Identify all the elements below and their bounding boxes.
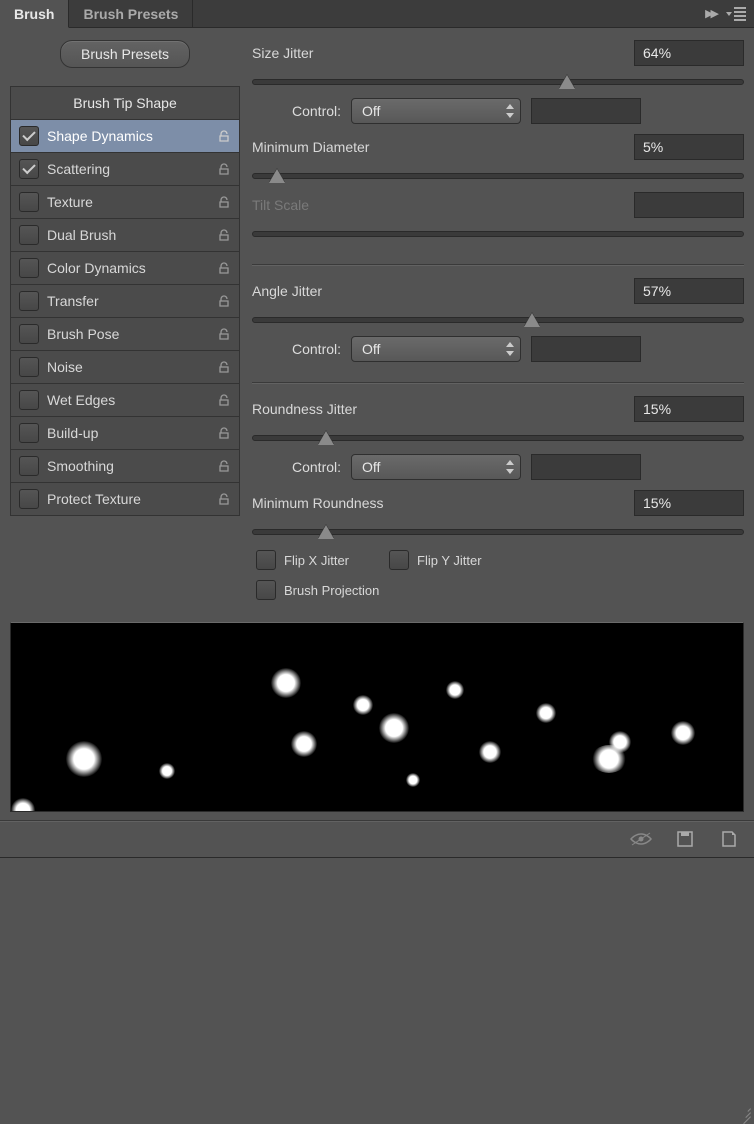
option-shape-dynamics[interactable]: Shape Dynamics: [11, 120, 239, 153]
angle-jitter-slider[interactable]: [252, 310, 744, 330]
panel-footer: [0, 820, 754, 858]
option-label: Build-up: [47, 425, 209, 441]
size-jitter-value[interactable]: 64%: [634, 40, 744, 66]
option-texture[interactable]: Texture: [11, 186, 239, 219]
lock-icon[interactable]: [217, 459, 231, 473]
angle-jitter-label: Angle Jitter: [252, 283, 624, 299]
option-protect-texture[interactable]: Protect Texture: [11, 483, 239, 515]
roundness-jitter-slider[interactable]: [252, 428, 744, 448]
tilt-scale-label: Tilt Scale: [252, 197, 624, 213]
tilt-scale-slider: [252, 224, 744, 244]
checkbox-scattering[interactable]: [19, 159, 39, 179]
checkbox-flip-x[interactable]: [256, 550, 276, 570]
option-label: Noise: [47, 359, 209, 375]
min-diameter-value[interactable]: 5%: [634, 134, 744, 160]
panel-menu-icon[interactable]: [726, 7, 746, 21]
option-color-dynamics[interactable]: Color Dynamics: [11, 252, 239, 285]
angle-jitter-value[interactable]: 57%: [634, 278, 744, 304]
expand-icon[interactable]: ▶▶: [705, 7, 716, 20]
checkbox-brush-projection[interactable]: [256, 580, 276, 600]
option-transfer[interactable]: Transfer: [11, 285, 239, 318]
roundness-jitter-control-value[interactable]: [531, 454, 641, 480]
brush-tip-shape-header[interactable]: Brush Tip Shape: [11, 87, 239, 120]
checkbox-dual-brush[interactable]: [19, 225, 39, 245]
option-label: Color Dynamics: [47, 260, 209, 276]
min-roundness-slider[interactable]: [252, 522, 744, 542]
size-jitter-control-value[interactable]: [531, 98, 641, 124]
lock-icon[interactable]: [217, 162, 231, 176]
angle-jitter-control-value[interactable]: [531, 336, 641, 362]
checkbox-color-dynamics[interactable]: [19, 258, 39, 278]
checkbox-shape-dynamics[interactable]: [19, 126, 39, 146]
lock-icon[interactable]: [217, 195, 231, 209]
new-preset-icon[interactable]: [674, 828, 696, 850]
option-build-up[interactable]: Build-up: [11, 417, 239, 450]
brush-presets-button[interactable]: Brush Presets: [60, 40, 190, 68]
roundness-jitter-control-select[interactable]: Off: [351, 454, 521, 480]
size-jitter-slider[interactable]: [252, 72, 744, 92]
option-noise[interactable]: Noise: [11, 351, 239, 384]
checkbox-brush-pose[interactable]: [19, 324, 39, 344]
lock-icon[interactable]: [217, 327, 231, 341]
resize-grip-icon[interactable]: [738, 1104, 752, 1118]
option-label: Wet Edges: [47, 392, 209, 408]
min-roundness-label: Minimum Roundness: [252, 495, 624, 511]
lock-icon[interactable]: [217, 228, 231, 242]
angle-jitter-control-select[interactable]: Off: [351, 336, 521, 362]
tab-bar: Brush Brush Presets ▶▶: [0, 0, 754, 28]
option-label: Shape Dynamics: [47, 128, 209, 144]
checkbox-noise[interactable]: [19, 357, 39, 377]
option-label: Scattering: [47, 161, 209, 177]
size-jitter-control-select[interactable]: Off: [351, 98, 521, 124]
lock-icon[interactable]: [217, 393, 231, 407]
lock-icon[interactable]: [217, 261, 231, 275]
control-label: Control:: [292, 459, 341, 475]
checkbox-smoothing[interactable]: [19, 456, 39, 476]
checkbox-protect-texture[interactable]: [19, 489, 39, 509]
roundness-jitter-value[interactable]: 15%: [634, 396, 744, 422]
option-label: Brush Pose: [47, 326, 209, 342]
option-smoothing[interactable]: Smoothing: [11, 450, 239, 483]
tilt-scale-value: [634, 192, 744, 218]
min-diameter-slider[interactable]: [252, 166, 744, 186]
checkbox-flip-y[interactable]: [389, 550, 409, 570]
option-label: Smoothing: [47, 458, 209, 474]
size-jitter-label: Size Jitter: [252, 45, 624, 61]
lock-icon[interactable]: [217, 426, 231, 440]
lock-icon[interactable]: [217, 360, 231, 374]
min-roundness-value[interactable]: 15%: [634, 490, 744, 516]
option-wet-edges[interactable]: Wet Edges: [11, 384, 239, 417]
lock-icon[interactable]: [217, 294, 231, 308]
min-diameter-label: Minimum Diameter: [252, 139, 624, 155]
shape-dynamics-panel: Size Jitter 64% Control: Off Minimum Dia…: [252, 40, 744, 608]
lock-icon[interactable]: [217, 492, 231, 506]
flip-y-label: Flip Y Jitter: [417, 553, 482, 568]
checkbox-build-up[interactable]: [19, 423, 39, 443]
option-dual-brush[interactable]: Dual Brush: [11, 219, 239, 252]
roundness-jitter-label: Roundness Jitter: [252, 401, 624, 417]
tab-brush[interactable]: Brush: [0, 0, 69, 28]
new-document-icon[interactable]: [718, 828, 740, 850]
toggle-preview-icon[interactable]: [630, 828, 652, 850]
brush-option-list: Brush Tip Shape Shape Dynamics Scatterin…: [10, 86, 240, 516]
option-label: Texture: [47, 194, 209, 210]
control-label: Control:: [292, 103, 341, 119]
lock-icon[interactable]: [217, 129, 231, 143]
option-scattering[interactable]: Scattering: [11, 153, 239, 186]
option-label: Transfer: [47, 293, 209, 309]
control-label: Control:: [292, 341, 341, 357]
checkbox-texture[interactable]: [19, 192, 39, 212]
option-label: Dual Brush: [47, 227, 209, 243]
flip-x-label: Flip X Jitter: [284, 553, 349, 568]
option-label: Protect Texture: [47, 491, 209, 507]
brush-projection-label: Brush Projection: [284, 583, 379, 598]
tab-brush-presets[interactable]: Brush Presets: [69, 0, 193, 27]
option-brush-pose[interactable]: Brush Pose: [11, 318, 239, 351]
brush-preview: [10, 622, 744, 812]
checkbox-transfer[interactable]: [19, 291, 39, 311]
checkbox-wet-edges[interactable]: [19, 390, 39, 410]
